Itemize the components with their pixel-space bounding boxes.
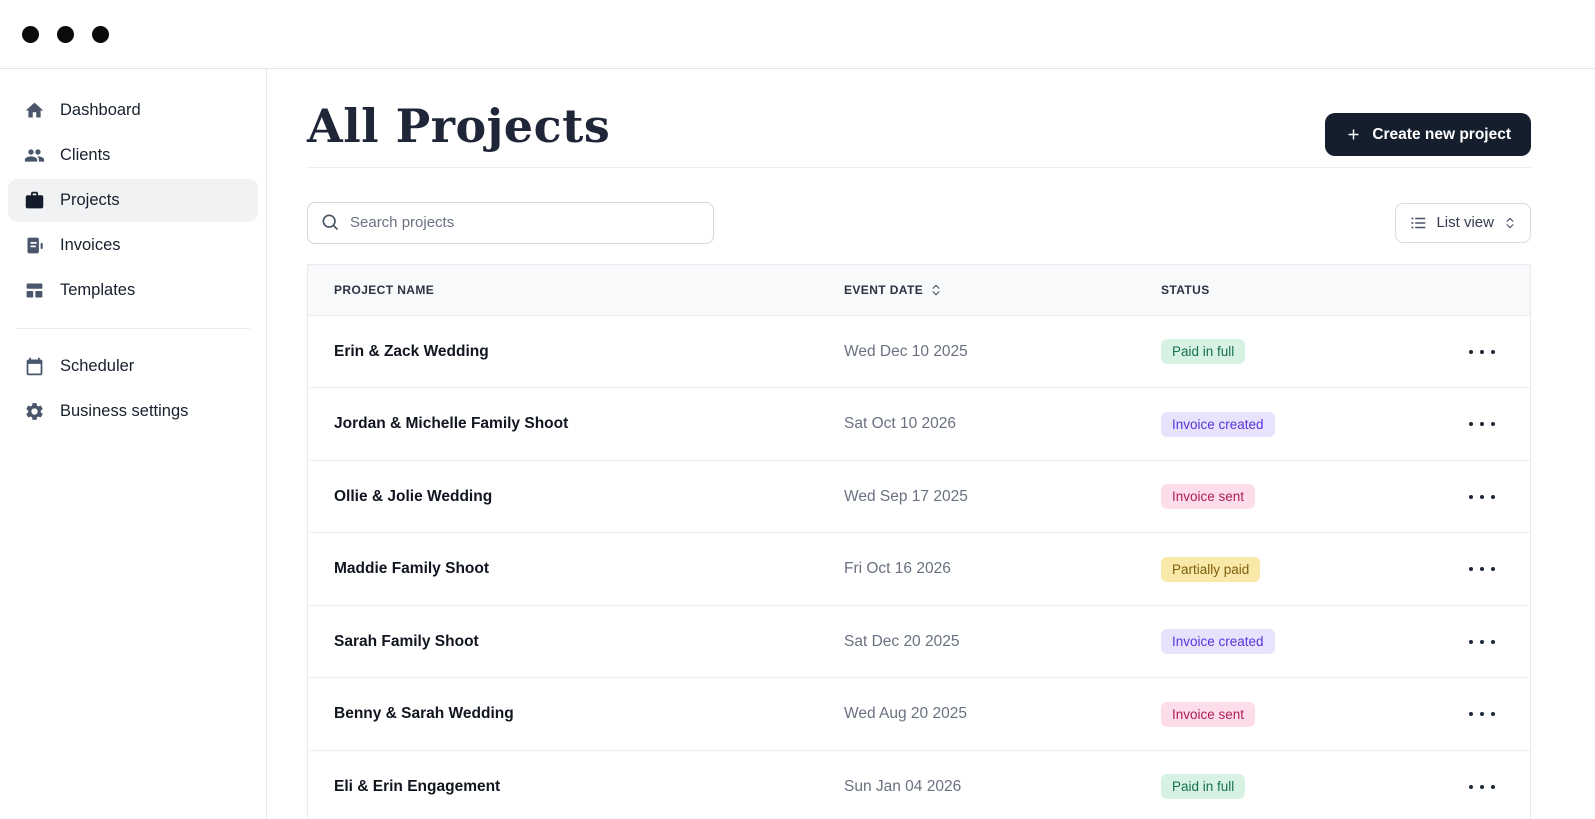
row-menu-button[interactable] <box>1465 342 1499 362</box>
event-date: Sat Dec 20 2025 <box>844 633 1161 651</box>
search-box <box>307 202 714 244</box>
templates-icon <box>24 280 45 301</box>
event-date: Wed Sep 17 2025 <box>844 488 1161 506</box>
event-date: Wed Dec 10 2025 <box>844 343 1161 361</box>
table-header-row: PROJECT NAME EVENT DATE STATUS <box>308 265 1530 315</box>
search-icon <box>320 212 340 232</box>
table-row[interactable]: Maddie Family Shoot Fri Oct 16 2026 Part… <box>308 532 1530 605</box>
project-name: Maddie Family Shoot <box>308 560 844 578</box>
status-badge: Paid in full <box>1161 339 1245 364</box>
sidebar-item-label: Scheduler <box>60 357 134 376</box>
view-selector[interactable]: List view <box>1395 203 1531 243</box>
list-icon <box>1409 214 1427 232</box>
sidebar-item-projects[interactable]: Projects <box>8 179 258 222</box>
invoice-icon <box>24 235 45 256</box>
event-date: Wed Aug 20 2025 <box>844 705 1161 723</box>
sidebar-item-templates[interactable]: Templates <box>8 269 258 312</box>
main-content: All Projects Create new project List vie… <box>267 69 1595 819</box>
sidebar-item-label: Templates <box>60 281 135 300</box>
users-icon <box>24 145 45 166</box>
project-name: Sarah Family Shoot <box>308 633 844 651</box>
header-divider <box>307 167 1531 168</box>
sidebar-item-scheduler[interactable]: Scheduler <box>8 345 258 388</box>
sidebar-item-invoices[interactable]: Invoices <box>8 224 258 267</box>
page-title: All Projects <box>307 97 610 157</box>
plus-icon <box>1345 126 1362 143</box>
project-name: Benny & Sarah Wedding <box>308 705 844 723</box>
search-input[interactable] <box>307 202 714 244</box>
table-row[interactable]: Erin & Zack Wedding Wed Dec 10 2025 Paid… <box>308 315 1530 388</box>
gear-icon <box>24 401 45 422</box>
window-titlebar <box>0 0 1595 69</box>
projects-table: PROJECT NAME EVENT DATE STATUS Erin & Za… <box>307 264 1531 819</box>
status-badge: Paid in full <box>1161 774 1245 799</box>
window-control-dot[interactable] <box>92 26 109 43</box>
project-name: Jordan & Michelle Family Shoot <box>308 415 844 433</box>
sidebar-item-clients[interactable]: Clients <box>8 134 258 177</box>
home-icon <box>24 100 45 121</box>
row-menu-button[interactable] <box>1465 414 1499 434</box>
column-header-status: STATUS <box>1161 283 1434 297</box>
row-menu-button[interactable] <box>1465 632 1499 652</box>
row-menu-button[interactable] <box>1465 777 1499 797</box>
status-badge: Invoice sent <box>1161 702 1255 727</box>
event-date: Fri Oct 16 2026 <box>844 560 1161 578</box>
sidebar-item-label: Clients <box>60 146 110 165</box>
sidebar: Dashboard Clients Projects Invoices Temp… <box>0 69 267 819</box>
sort-chevrons-icon <box>1503 216 1517 230</box>
status-badge: Invoice created <box>1161 412 1275 437</box>
sidebar-divider <box>16 328 250 329</box>
create-button-label: Create new project <box>1372 126 1511 144</box>
row-menu-button[interactable] <box>1465 704 1499 724</box>
sidebar-item-label: Projects <box>60 191 120 210</box>
sidebar-item-label: Invoices <box>60 236 121 255</box>
event-date: Sat Oct 10 2026 <box>844 415 1161 433</box>
event-date: Sun Jan 04 2026 <box>844 778 1161 796</box>
sidebar-item-label: Dashboard <box>60 101 141 120</box>
briefcase-icon <box>24 190 45 211</box>
sidebar-item-dashboard[interactable]: Dashboard <box>8 89 258 132</box>
table-row[interactable]: Ollie & Jolie Wedding Wed Sep 17 2025 In… <box>308 460 1530 533</box>
column-header-project-name: PROJECT NAME <box>308 283 844 297</box>
window-control-dot[interactable] <box>22 26 39 43</box>
view-selector-label: List view <box>1436 214 1494 231</box>
window-control-dot[interactable] <box>57 26 74 43</box>
sort-chevrons-icon[interactable] <box>929 283 943 297</box>
sidebar-item-label: Business settings <box>60 402 188 421</box>
project-name: Ollie & Jolie Wedding <box>308 488 844 506</box>
create-new-project-button[interactable]: Create new project <box>1325 113 1531 156</box>
row-menu-button[interactable] <box>1465 487 1499 507</box>
table-row[interactable]: Benny & Sarah Wedding Wed Aug 20 2025 In… <box>308 677 1530 750</box>
table-row[interactable]: Jordan & Michelle Family Shoot Sat Oct 1… <box>308 387 1530 460</box>
row-menu-button[interactable] <box>1465 559 1499 579</box>
sidebar-item-business-settings[interactable]: Business settings <box>8 390 258 433</box>
status-badge: Invoice created <box>1161 629 1275 654</box>
status-badge: Invoice sent <box>1161 484 1255 509</box>
table-row[interactable]: Sarah Family Shoot Sat Dec 20 2025 Invoi… <box>308 605 1530 678</box>
status-badge: Partially paid <box>1161 557 1260 582</box>
column-header-event-date[interactable]: EVENT DATE <box>844 283 1161 297</box>
project-name: Eli & Erin Engagement <box>308 778 844 796</box>
project-name: Erin & Zack Wedding <box>308 343 844 361</box>
table-row[interactable]: Eli & Erin Engagement Sun Jan 04 2026 Pa… <box>308 750 1530 819</box>
calendar-icon <box>24 356 45 377</box>
